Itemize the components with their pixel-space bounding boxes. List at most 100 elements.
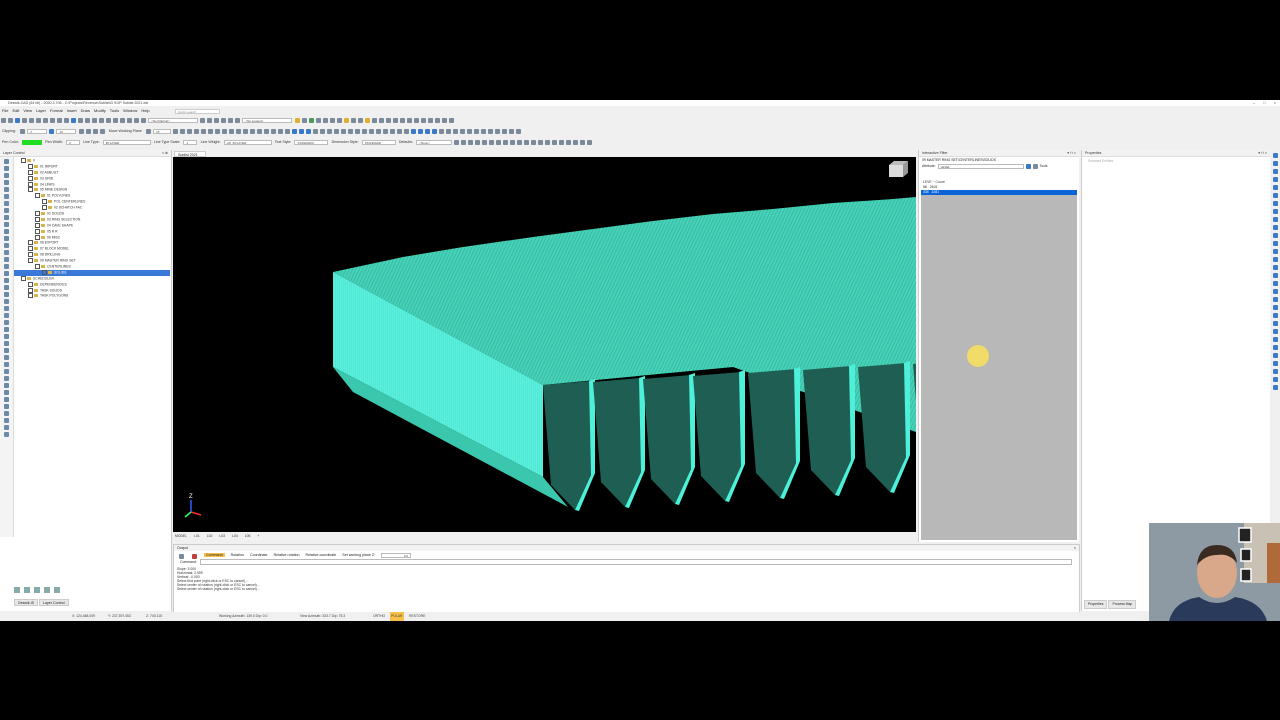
shade-icon[interactable]: [313, 129, 319, 134]
format-icon[interactable]: [559, 140, 565, 145]
orbit-icon[interactable]: [229, 129, 235, 134]
edit-icon[interactable]: [4, 362, 9, 367]
3d-viewport[interactable]: Z: [173, 157, 916, 532]
move-working-plane-label[interactable]: Move Working Plane: [109, 127, 142, 136]
zoom-icon[interactable]: [173, 129, 179, 134]
legend-dropdown[interactable]: <No Legend>: [242, 118, 293, 123]
zoom-icon[interactable]: [264, 129, 270, 134]
menu-file[interactable]: File: [2, 107, 8, 114]
table-icon[interactable]: [413, 118, 419, 123]
panel-icon[interactable]: [1273, 313, 1278, 318]
layer-visibility-checkbox[interactable]: [28, 175, 33, 181]
edit-icon[interactable]: [4, 397, 9, 402]
display-icon[interactable]: [425, 129, 431, 134]
refresh-icon[interactable]: [1025, 163, 1031, 169]
format-icon[interactable]: [531, 140, 537, 145]
format-icon[interactable]: [517, 140, 523, 145]
ortho-toggle[interactable]: ORTHO: [373, 612, 385, 621]
draw-hatch-icon[interactable]: [4, 208, 9, 213]
display-icon[interactable]: [509, 129, 515, 134]
display-icon[interactable]: [502, 129, 508, 134]
panel-icon[interactable]: [1273, 257, 1278, 262]
draw-block-icon[interactable]: [4, 229, 9, 234]
view-prev-icon[interactable]: [350, 118, 356, 123]
table-icon[interactable]: [371, 118, 377, 123]
menu-tools[interactable]: Tools: [110, 107, 119, 114]
layer-visibility-checkbox[interactable]: [35, 264, 40, 270]
tab-l04[interactable]: L04: [230, 533, 240, 540]
clear-icon[interactable]: [179, 553, 184, 559]
draw-polyline-icon[interactable]: [4, 166, 9, 171]
zoom-icon[interactable]: [278, 129, 284, 134]
table-icon[interactable]: [441, 118, 447, 123]
layer-visibility-checkbox[interactable]: [35, 222, 40, 228]
layer-visibility-checkbox[interactable]: [42, 199, 47, 205]
undo-icon[interactable]: [50, 118, 55, 123]
edit-icon[interactable]: [4, 418, 9, 423]
panel-icon[interactable]: [1273, 169, 1278, 174]
orbit-icon[interactable]: [215, 129, 221, 134]
quick-launch-input[interactable]: Quick Launch: [175, 109, 220, 114]
edit-icon[interactable]: [4, 250, 9, 255]
shade-icon[interactable]: [320, 129, 326, 134]
new-file-icon[interactable]: [1, 118, 6, 123]
panel-icon[interactable]: [1273, 281, 1278, 286]
layer-visibility-checkbox[interactable]: [28, 246, 33, 252]
redo-icon[interactable]: [57, 118, 62, 123]
text-italic-icon[interactable]: [120, 118, 125, 123]
format-icon[interactable]: [468, 140, 474, 145]
shade-icon[interactable]: [348, 129, 354, 134]
defaults-dropdown[interactable]: <None>: [416, 140, 453, 145]
layer-visibility-checkbox[interactable]: [42, 205, 47, 211]
zoom-in-icon[interactable]: [250, 129, 256, 134]
pen-width-field[interactable]: 0: [65, 140, 80, 145]
edit-icon[interactable]: [4, 313, 9, 318]
panel-icon[interactable]: [1273, 345, 1278, 350]
layer-visibility-checkbox[interactable]: [28, 187, 33, 193]
layer-visibility-checkbox[interactable]: [28, 293, 33, 299]
filter-row-selected[interactable]: 335 2281: [921, 190, 1077, 195]
move-icon[interactable]: [78, 118, 83, 123]
format-icon[interactable]: [503, 140, 509, 145]
tab-l03[interactable]: L03: [217, 533, 227, 540]
panel-icon[interactable]: [1273, 241, 1278, 246]
panel-icon[interactable]: [1273, 337, 1278, 342]
format-icon[interactable]: [580, 140, 586, 145]
coordinate-mode-button[interactable]: Coordinate: [250, 553, 268, 557]
zoom-icon[interactable]: [271, 129, 277, 134]
panel-icon[interactable]: [1273, 177, 1278, 182]
filter-apply-icon[interactable]: [221, 118, 227, 123]
filter-toggle-icon[interactable]: [228, 118, 234, 123]
layer-filter-icon[interactable]: [54, 587, 60, 593]
layers-icon[interactable]: [315, 118, 321, 123]
table-icon[interactable]: [448, 118, 454, 123]
panel-icon[interactable]: [1273, 265, 1278, 270]
plane-icon[interactable]: [99, 129, 105, 134]
edit-icon[interactable]: [4, 243, 9, 248]
text-bold-icon[interactable]: [113, 118, 118, 123]
plane-icon[interactable]: [78, 129, 84, 134]
layer-visibility-checkbox[interactable]: [35, 234, 40, 240]
panel-icon[interactable]: [1273, 289, 1278, 294]
filter-dropdown[interactable]: <No Filtering>: [148, 118, 199, 123]
layer-down-icon[interactable]: [44, 587, 50, 593]
edit-icon[interactable]: [4, 278, 9, 283]
clip-toggle-icon[interactable]: [20, 129, 26, 134]
text-align-icon[interactable]: [127, 118, 132, 123]
print-icon[interactable]: [22, 118, 27, 123]
table-icon[interactable]: [385, 118, 391, 123]
view-front-icon[interactable]: [329, 118, 335, 123]
panel-icon[interactable]: [1273, 233, 1278, 238]
layer-visibility-checkbox[interactable]: [35, 216, 40, 222]
layer-visibility-checkbox[interactable]: [21, 275, 26, 281]
shade-icon[interactable]: [341, 129, 347, 134]
display-icon[interactable]: [481, 129, 487, 134]
tab-properties[interactable]: Properties: [1084, 600, 1108, 609]
edit-icon[interactable]: [4, 264, 9, 269]
close-button[interactable]: ×: [1274, 100, 1276, 106]
display-icon[interactable]: [516, 129, 522, 134]
format-icon[interactable]: [538, 140, 544, 145]
format-icon[interactable]: [475, 140, 481, 145]
display-icon[interactable]: [439, 129, 445, 134]
display-icon[interactable]: [418, 129, 424, 134]
